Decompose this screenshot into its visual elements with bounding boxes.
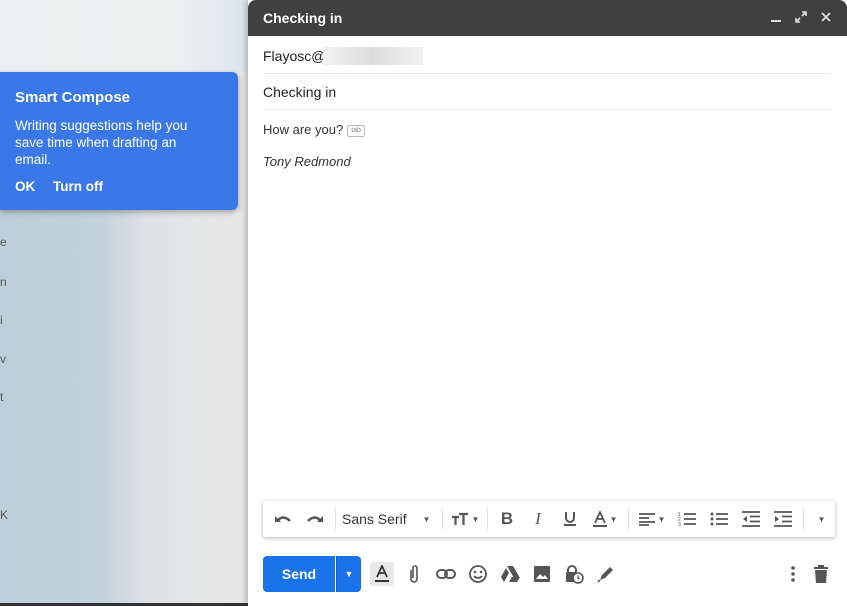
bg-text-fragment: v <box>0 352 6 366</box>
text-size-icon <box>451 512 468 525</box>
body-text: How are you? <box>263 122 344 137</box>
to-field[interactable]: Flayosc@ <box>263 37 831 74</box>
font-family-select[interactable]: Sans Serif ▼ <box>340 501 438 537</box>
discard-draft-icon[interactable] <box>809 562 833 586</box>
toolbar-divider <box>442 508 443 530</box>
signature: Tony Redmond <box>263 154 351 169</box>
toolbar-divider <box>487 508 488 530</box>
bg-text-fragment: t <box>0 390 4 404</box>
bg-text-fragment: i <box>0 313 3 327</box>
svg-text:3: 3 <box>678 522 681 527</box>
inbox-background-top <box>0 0 248 72</box>
chevron-down-icon: ▼ <box>609 514 618 524</box>
bulleted-list-icon[interactable] <box>703 501 735 537</box>
more-formatting-button[interactable]: ▼ <box>808 501 832 537</box>
subject-field[interactable]: Checking in <box>263 73 831 110</box>
formatting-options-icon[interactable] <box>370 562 394 586</box>
undo-icon[interactable] <box>267 501 299 537</box>
google-drive-icon[interactable] <box>498 562 522 586</box>
signature-pen-icon[interactable] <box>594 562 618 586</box>
bold-icon[interactable]: B <box>492 501 522 537</box>
chevron-down-icon: ▼ <box>471 514 480 524</box>
compose-title: Checking in <box>263 10 343 26</box>
chevron-down-icon: ▼ <box>817 514 826 524</box>
font-family-value: Sans Serif <box>342 511 407 527</box>
subject-text: Checking in <box>263 84 337 100</box>
bg-text-fragment: K <box>0 508 9 522</box>
chevron-down-icon: ▼ <box>422 514 431 524</box>
indent-less-icon[interactable] <box>735 501 767 537</box>
ok-button[interactable]: OK <box>15 179 35 194</box>
bg-text-fragment: n <box>0 275 7 289</box>
chevron-down-icon: ▼ <box>657 514 666 524</box>
turn-off-button[interactable]: Turn off <box>53 179 103 194</box>
text-color-button[interactable]: ▼ <box>586 501 624 537</box>
toolbar-divider <box>628 508 629 530</box>
text-color-icon <box>592 511 607 527</box>
redo-icon[interactable] <box>299 501 331 537</box>
font-size-button[interactable]: ▼ <box>447 501 483 537</box>
message-body[interactable]: How are you? tab <box>263 122 365 137</box>
schedule-send-dropdown[interactable]: ▼ <box>336 556 361 592</box>
emoji-icon[interactable] <box>466 562 490 586</box>
align-button[interactable]: ▼ <box>633 501 671 537</box>
italic-icon[interactable]: I <box>522 501 554 537</box>
popup-body: Writing suggestions help you save time w… <box>15 118 188 167</box>
numbered-list-icon[interactable]: 123 <box>671 501 703 537</box>
indent-more-icon[interactable] <box>767 501 799 537</box>
toolbar-divider <box>335 508 336 530</box>
fullscreen-icon[interactable] <box>793 10 809 26</box>
more-options-icon[interactable] <box>781 562 805 586</box>
align-left-icon <box>638 513 655 526</box>
close-icon[interactable] <box>818 10 834 26</box>
formatting-toolbar: Sans Serif ▼ ▼ B I ▼ ▼ 123 ▼ <box>263 501 835 537</box>
send-button[interactable]: Send <box>263 556 335 592</box>
smart-compose-popup: Smart Compose Writing suggestions help y… <box>0 72 238 210</box>
tab-hint-badge: tab <box>347 124 365 137</box>
minimize-icon[interactable] <box>768 10 784 26</box>
confidential-mode-icon[interactable] <box>562 562 586 586</box>
attach-file-icon[interactable] <box>402 562 426 586</box>
insert-link-icon[interactable] <box>434 562 458 586</box>
to-recipient: Flayosc@ <box>263 48 326 64</box>
underline-icon[interactable] <box>554 501 586 537</box>
compose-header: Checking in <box>248 0 847 36</box>
compose-window: Checking in Flayosc@ Checking in How are… <box>248 0 847 606</box>
insert-photo-icon[interactable] <box>530 562 554 586</box>
popup-title: Smart Compose <box>15 89 131 106</box>
redacted-address <box>323 47 423 65</box>
bg-text-fragment: e <box>0 235 7 249</box>
toolbar-divider <box>803 508 804 530</box>
